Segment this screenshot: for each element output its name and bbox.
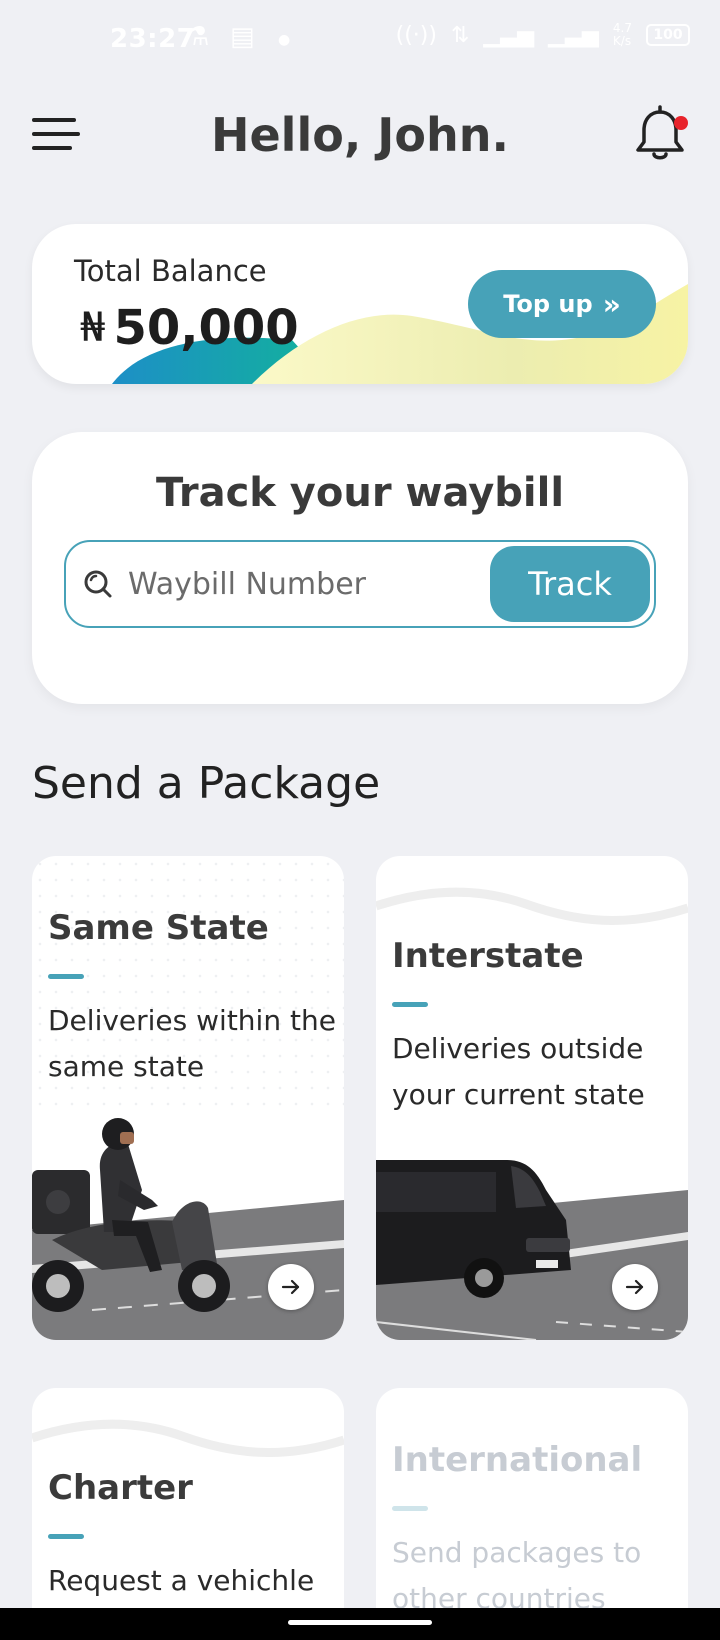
search-icon <box>84 570 112 598</box>
page-title: Hello, John. <box>210 108 509 162</box>
card-description: Deliveries within the same state <box>48 1004 336 1083</box>
header: Hello, John. <box>0 100 720 180</box>
system-nav-bar <box>0 1608 720 1640</box>
signal-4g-icon: ▁▃▅ <box>483 22 535 48</box>
home-indicator[interactable] <box>288 1620 432 1625</box>
same-state-card[interactable]: Same State Deliveries within the same st… <box>32 856 344 1340</box>
bell-svg <box>636 105 684 160</box>
card-title: Charter <box>48 1468 193 1508</box>
balance-amount: ₦ 50,000 <box>80 300 299 356</box>
card-description: Deliveries outside your current state <box>392 1032 645 1111</box>
title-underline <box>392 1506 428 1511</box>
balance-label: Total Balance <box>74 254 267 288</box>
card-title: Interstate <box>392 936 584 976</box>
signal-icon: ▁▃▅ <box>548 22 599 48</box>
track-title: Track your waybill <box>155 470 565 516</box>
section-title: Send a Package <box>32 758 381 809</box>
bell-icon[interactable] <box>632 104 688 164</box>
international-card[interactable]: International Send packages to other cou… <box>376 1388 688 1640</box>
title-underline <box>392 1002 428 1007</box>
track-button[interactable]: Track <box>490 546 650 622</box>
notification-dot <box>674 116 688 130</box>
double-chevron-right-icon: » <box>602 287 621 321</box>
topup-label: Top up <box>503 290 593 318</box>
currency-symbol: ₦ <box>80 305 106 351</box>
balance-value: 50,000 <box>113 300 299 356</box>
charter-card[interactable]: Charter Request a vehichle <box>32 1388 344 1640</box>
topup-button[interactable]: Top up » <box>468 270 656 338</box>
arrow-right-icon <box>281 1279 300 1295</box>
message-icon: ▤ <box>230 22 255 52</box>
dot-icon: ● <box>278 32 291 48</box>
interstate-card[interactable]: Interstate Deliveries outside your curre… <box>376 856 688 1340</box>
balance-card: Total Balance ₦ 50,000 Top up » <box>32 224 688 384</box>
waybill-input[interactable] <box>128 556 468 612</box>
card-title: Same State <box>48 908 269 948</box>
arrow-right-icon <box>625 1279 644 1295</box>
interstate-arrow-button[interactable] <box>612 1264 658 1310</box>
flask-icon: ⚗ <box>186 22 210 52</box>
status-right-icons: ((·)) ⇅ ▁▃▅ ▁▃▅ 4.7 K/s 100 <box>396 22 690 48</box>
title-underline <box>48 1534 84 1539</box>
card-title: International <box>392 1440 643 1480</box>
status-time: 23:27 <box>110 24 196 54</box>
card-description: Request a vehichle <box>48 1564 315 1597</box>
title-underline <box>48 974 84 979</box>
hotspot-icon: ((·)) <box>395 22 437 48</box>
same-state-arrow-button[interactable] <box>268 1264 314 1310</box>
track-field: Track <box>64 540 656 628</box>
status-bar: 23:27 ⚗ ▤ ● ((·)) ⇅ ▁▃▅ ▁▃▅ 4.7 K/s 100 <box>0 0 720 82</box>
data-arrows-icon: ⇅ <box>450 22 470 48</box>
network-speed: 4.7 K/s <box>612 21 632 48</box>
track-card: Track your waybill Track <box>32 432 688 704</box>
battery-icon: 100 <box>646 24 690 46</box>
